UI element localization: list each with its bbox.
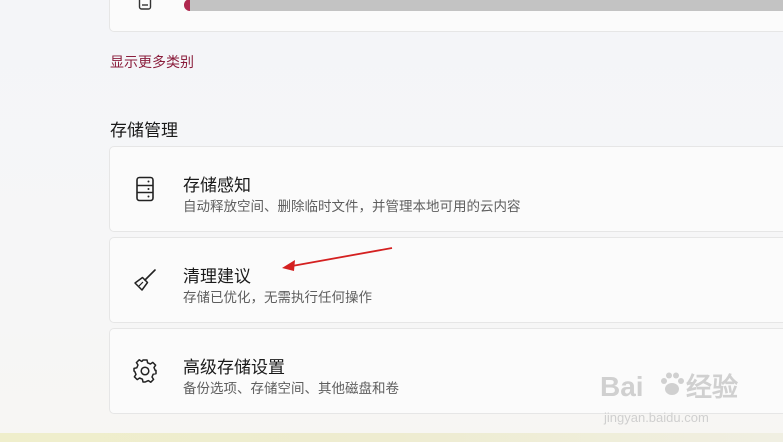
bottom-strip [0,433,783,442]
storage-sense-description: 自动释放空间、删除临时文件，并管理本地可用的云内容 [183,199,521,214]
cleanup-recommendations-description: 存储已优化，无需执行任何操作 [183,290,372,305]
cleanup-recommendations-card[interactable]: 清理建议 存储已优化，无需执行任何操作 [109,237,783,323]
advanced-storage-settings-title: 高级存储设置 [183,358,285,377]
show-more-categories-link[interactable]: 显示更多类别 [110,52,194,72]
baidu-jingyan-watermark: Bai 经验 jingyan.baidu.com [600,371,738,425]
cleanup-recommendations-title: 清理建议 [183,267,251,286]
advanced-storage-settings-description: 备份选项、存储空间、其他磁盘和卷 [183,381,399,396]
drive-icon [138,0,152,10]
section-title-storage-management: 存储管理 [110,121,178,140]
svg-text:jingyan.baidu.com: jingyan.baidu.com [603,410,709,425]
storage-usage-fill [184,0,190,11]
gear-icon [133,359,157,383]
storage-usage-bar [184,0,783,11]
annotation-arrow [282,247,393,271]
storage-sense-card[interactable]: 存储感知 自动释放空间、删除临时文件，并管理本地可用的云内容 [109,146,783,232]
storage-usage-card[interactable] [109,0,783,32]
storage-drive-icon [136,176,154,202]
broom-icon [134,269,156,291]
storage-sense-title: 存储感知 [183,176,251,195]
svg-text:Bai: Bai [600,371,644,402]
svg-text:经验: 经验 [686,372,738,402]
